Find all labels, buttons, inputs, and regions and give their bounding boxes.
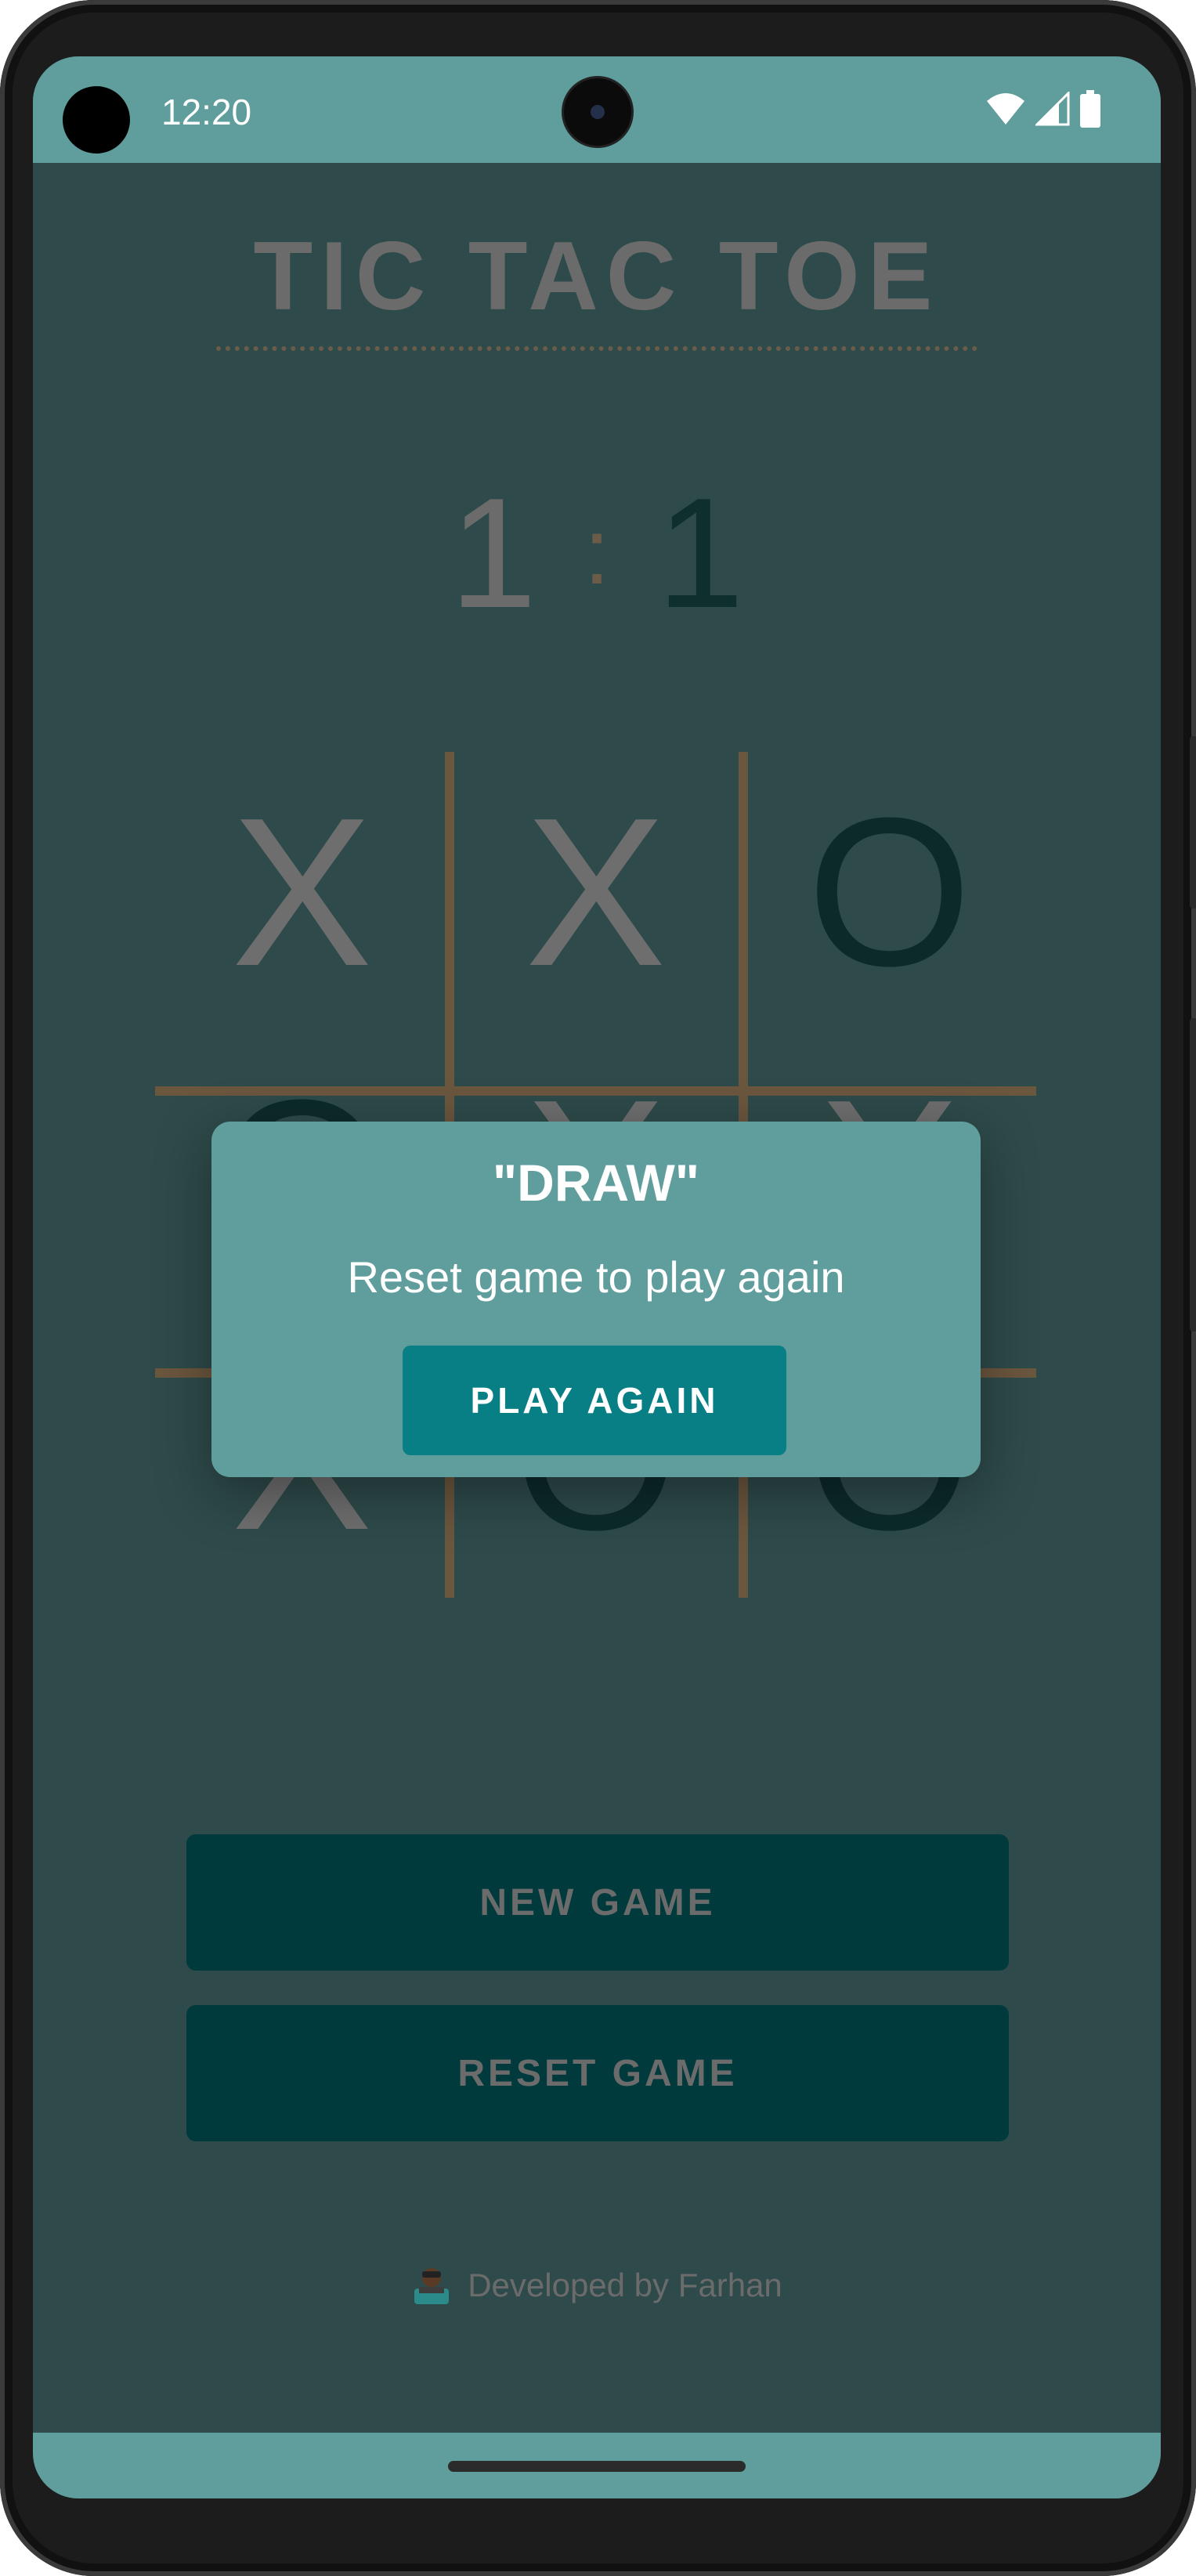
phone-frame: 12:20 TIC TAC TOE 1:1 X X O NEW GAME RES… [0, 0, 1196, 2576]
developer-credit-text: Developed by Farhan [468, 2267, 782, 2303]
volume-button [1190, 1018, 1196, 1331]
title-divider [216, 346, 977, 351]
app-title: TIC TAC TOE [253, 222, 941, 331]
player1-score: 1 [450, 466, 537, 641]
board-cell-0-2[interactable]: O [743, 752, 1036, 1034]
dialog-message: Reset game to play again [347, 1252, 845, 1302]
wifi-icon [987, 93, 1024, 125]
play-again-button[interactable]: PLAY AGAIN [403, 1346, 786, 1455]
status-icons [985, 89, 1101, 128]
power-button [1190, 736, 1196, 909]
scoreboard: 1:1 [33, 464, 1161, 644]
status-bar: 12:20 [33, 56, 1161, 163]
front-camera [564, 78, 631, 146]
notification-dot-icon [63, 86, 130, 154]
screen: 12:20 TIC TAC TOE 1:1 X X O NEW GAME RES… [33, 56, 1161, 2498]
grid-line-horizontal-1 [155, 1086, 1036, 1096]
developer-emoji-icon [411, 2265, 452, 2306]
board-cell-0-0[interactable]: X [155, 752, 449, 1034]
signal-icon [1035, 92, 1070, 126]
navigation-bar [33, 2433, 1161, 2498]
board-cell-0-1[interactable]: X [449, 752, 743, 1034]
status-time: 12:20 [161, 92, 252, 132]
draw-dialog: "DRAW" Reset game to play again PLAY AGA… [211, 1122, 981, 1477]
player2-score: 1 [656, 466, 744, 641]
home-gesture-handle[interactable] [448, 2461, 746, 2472]
reset-game-button[interactable]: RESET GAME [186, 2005, 1009, 2141]
new-game-button[interactable]: NEW GAME [186, 1834, 1009, 1971]
dialog-title: "DRAW" [492, 1154, 700, 1212]
battery-icon [1080, 90, 1100, 128]
developer-credit: Developed by Farhan [33, 2265, 1161, 2306]
score-separator: : [584, 499, 610, 604]
